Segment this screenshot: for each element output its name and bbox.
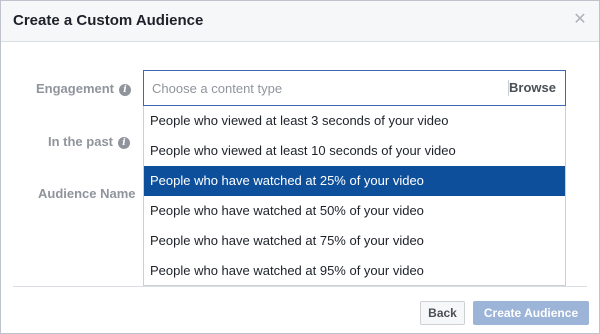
in-the-past-label-row: In the past i: [48, 134, 131, 149]
content-type-dropdown: People who viewed at least 3 seconds of …: [143, 106, 566, 286]
info-icon[interactable]: i: [119, 84, 132, 96]
dialog-header: Create a Custom Audience ✕: [1, 1, 599, 42]
dropdown-option[interactable]: People who have watched at 95% of your v…: [144, 256, 565, 286]
engagement-label: Engagement: [36, 81, 115, 96]
dropdown-option-selected[interactable]: People who have watched at 25% of your v…: [144, 166, 565, 196]
footer-divider: [13, 286, 587, 287]
dropdown-option[interactable]: People who have watched at 50% of your v…: [144, 196, 565, 226]
dropdown-option[interactable]: People who have watched at 75% of your v…: [144, 226, 565, 256]
dialog-title: Create a Custom Audience: [13, 12, 204, 29]
engagement-label-row: Engagement i: [36, 81, 132, 96]
close-icon[interactable]: ✕: [571, 11, 589, 29]
info-icon[interactable]: i: [118, 137, 131, 149]
dropdown-option[interactable]: People who viewed at least 10 seconds of…: [144, 136, 565, 166]
audience-name-label: Audience Name: [38, 186, 136, 201]
create-custom-audience-dialog: Create a Custom Audience ✕ Engagement i I…: [0, 0, 600, 334]
content-type-placeholder: Choose a content type: [152, 81, 283, 96]
in-the-past-label: In the past: [48, 134, 114, 149]
create-audience-button[interactable]: Create Audience: [473, 301, 589, 325]
browse-button[interactable]: Browse: [509, 80, 556, 95]
dropdown-option[interactable]: People who viewed at least 3 seconds of …: [144, 106, 565, 136]
content-type-input[interactable]: Choose a content type Browse: [143, 70, 566, 106]
back-button[interactable]: Back: [420, 301, 465, 325]
